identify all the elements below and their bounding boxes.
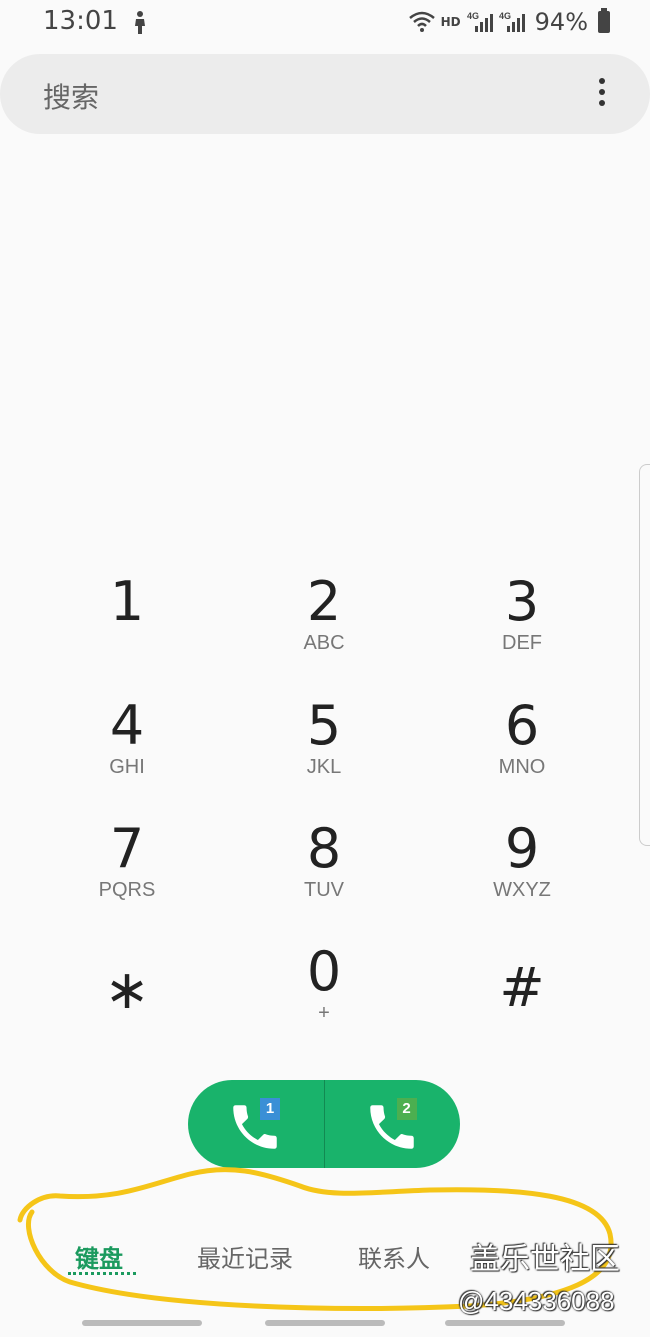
svg-text:4G: 4G	[467, 11, 479, 21]
call-button-group: 1 2	[188, 1080, 460, 1168]
sim-2-badge: 2	[396, 1098, 417, 1120]
key-digit: 4	[109, 694, 145, 757]
key-letters: GHI	[109, 756, 145, 778]
notification-figure-icon	[135, 11, 145, 34]
svg-text:4G: 4G	[499, 11, 511, 21]
key-6[interactable]: 6 MNO	[442, 694, 602, 779]
key-digit: 6	[504, 694, 540, 757]
nav-bar-segment	[445, 1320, 565, 1326]
tab-recents[interactable]: 最近记录	[197, 1239, 293, 1274]
tab-contacts[interactable]: 联系人	[358, 1239, 430, 1274]
key-letters: +	[318, 1002, 330, 1024]
key-letters: WXYZ	[493, 879, 551, 901]
key-letters: ABC	[303, 632, 345, 654]
key-letters: MNO	[498, 756, 546, 778]
key-letters: JKL	[306, 756, 342, 778]
key-digit: 2	[306, 570, 342, 633]
key-1[interactable]: 1	[47, 572, 207, 632]
key-9[interactable]: 9 WXYZ	[442, 817, 602, 902]
key-digit: ∗	[104, 958, 150, 1021]
active-tab-indicator	[68, 1272, 136, 1275]
nav-bar-segment	[82, 1320, 202, 1326]
call-sim2-button[interactable]: 2	[325, 1080, 461, 1168]
key-star[interactable]: ∗	[47, 960, 207, 1020]
key-2[interactable]: 2 ABC	[244, 570, 404, 655]
search-bar[interactable]: 搜索	[0, 54, 650, 134]
hd-indicator: HD	[440, 15, 461, 29]
key-3[interactable]: 3 DEF	[442, 570, 602, 655]
key-hash[interactable]: #	[442, 958, 602, 1018]
nav-bar-segment	[265, 1320, 385, 1326]
tab-keypad[interactable]: 键盘	[75, 1239, 123, 1274]
call-sim1-button[interactable]: 1	[188, 1080, 324, 1168]
battery-icon	[598, 8, 610, 33]
key-digit: 5	[306, 694, 342, 757]
search-placeholder[interactable]: 搜索	[43, 76, 99, 116]
key-digit: #	[499, 956, 545, 1019]
watermark-title: 盖乐世社区	[470, 1242, 620, 1277]
edge-panel-handle[interactable]	[639, 464, 650, 846]
key-digit: 7	[109, 817, 145, 880]
key-letters: PQRS	[98, 879, 156, 901]
key-digit: 1	[109, 570, 145, 633]
signal-4g-icon: 4G	[499, 11, 525, 32]
key-7[interactable]: 7 PQRS	[47, 817, 207, 902]
key-8[interactable]: 8 TUV	[244, 817, 404, 902]
battery-percent: 94%	[534, 8, 588, 36]
key-digit: 3	[504, 570, 540, 633]
key-5[interactable]: 5 JKL	[244, 694, 404, 779]
key-0[interactable]: 0 +	[244, 940, 404, 1025]
key-letters: DEF	[502, 632, 542, 654]
watermark-handle: @434336088	[458, 1286, 615, 1316]
key-letters: TUV	[304, 879, 344, 901]
more-vert-icon[interactable]	[596, 78, 608, 110]
signal-4g-icon: 4G	[467, 11, 493, 32]
sim-1-badge: 1	[260, 1098, 280, 1120]
key-digit: 9	[504, 817, 540, 880]
key-digit: 8	[306, 817, 342, 880]
wifi-icon	[408, 11, 435, 32]
key-4[interactable]: 4 GHI	[47, 694, 207, 779]
status-bar: 13:01 HD 4G 4G 94%	[0, 0, 650, 48]
status-time: 13:01	[43, 6, 118, 36]
status-right: HD 4G 4G 94%	[408, 8, 610, 36]
key-digit: 0	[306, 940, 342, 1003]
